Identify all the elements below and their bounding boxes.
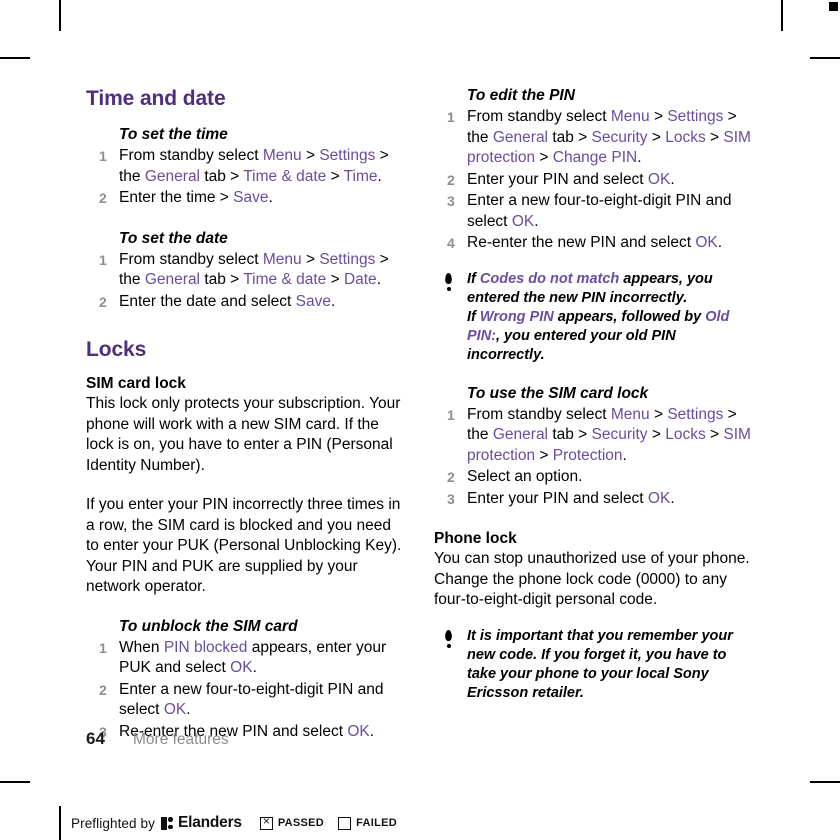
- preflight-brand: Elanders: [177, 814, 242, 831]
- manual-page: Time and date To set the time From stand…: [0, 0, 840, 790]
- ui-path-link: Protection: [552, 446, 623, 464]
- topic-phone-lock: Phone lock You can stop unauthorized use…: [434, 529, 754, 611]
- ui-path-link: OK: [647, 170, 671, 188]
- ui-path-link: Settings: [667, 108, 724, 125]
- preflight-bar: Preflighted by Elanders PASSED FAILED: [59, 806, 411, 840]
- page-number: 64: [86, 729, 105, 748]
- procedure-unblock-sim-card: To unblock the SIM card When PIN blocked…: [86, 617, 406, 743]
- procedure-use-sim-card-lock: To use the SIM card lock From standby se…: [434, 384, 754, 510]
- ui-path-link: Date: [343, 271, 377, 288]
- ui-path-link: Security: [591, 426, 648, 443]
- note-pin-mismatch: If Codes do not match appears, you enter…: [434, 270, 754, 365]
- step-item: Enter your PIN and select OK.: [447, 170, 675, 191]
- procedure-title: To use the SIM card lock: [467, 384, 649, 402]
- ui-path-link: Time & date: [243, 167, 327, 185]
- step-list: From standby select Menu > Settings > th…: [434, 107, 754, 254]
- ui-path-link: OK: [511, 212, 535, 230]
- step-item: From standby select Menu > Settings > th…: [447, 405, 751, 464]
- ui-path-link: Menu: [262, 147, 302, 164]
- ui-path-link: Locks: [665, 426, 706, 443]
- procedure-set-time: To set the time From standby select Menu…: [86, 125, 406, 209]
- ui-path-link: Wrong PIN: [479, 308, 554, 325]
- failed-label: FAILED: [356, 817, 397, 829]
- ui-path-link: General: [144, 167, 201, 185]
- ui-path-link: Menu: [262, 250, 302, 268]
- ui-path-link: OK: [695, 234, 718, 251]
- running-head: More features: [133, 731, 229, 748]
- note-remember-code: It is important that you remember your n…: [434, 627, 754, 703]
- procedure-title: To set the time: [119, 126, 228, 143]
- preflight-label: Preflighted by: [71, 815, 155, 831]
- step-item: Select an option.: [447, 467, 583, 488]
- step-item: From standby select Menu > Settings > th…: [99, 250, 389, 289]
- procedure-title: To unblock the SIM card: [119, 617, 298, 635]
- ui-path-link: Time: [343, 167, 378, 185]
- procedure-set-date: To set the date From standby select Menu…: [86, 229, 406, 313]
- ui-path-link: Menu: [610, 108, 650, 125]
- step-item: Enter your PIN and select OK.: [447, 489, 675, 510]
- procedure-edit-pin: To edit the PIN From standby select Menu…: [434, 86, 754, 254]
- subheading: SIM card lock: [86, 375, 186, 392]
- left-column: Time and date To set the time From stand…: [86, 86, 406, 743]
- exclamation-icon: [445, 629, 453, 650]
- step-item: When PIN blocked appears, enter your PUK…: [99, 638, 387, 677]
- ui-path-link: OK: [163, 701, 187, 718]
- failed-checkbox[interactable]: [338, 816, 352, 830]
- ui-path-link: Save: [233, 189, 269, 206]
- section-title-locks: Locks: [86, 338, 147, 361]
- step-list: When PIN blocked appears, enter your PUK…: [86, 638, 406, 743]
- ui-path-link: Security: [591, 128, 648, 146]
- body-paragraph: You can stop unauthorized use of your ph…: [434, 550, 750, 608]
- ui-path-link: PIN blocked: [163, 638, 248, 656]
- ui-path-link: Save: [295, 292, 331, 310]
- preflight-status: PASSED FAILED: [259, 814, 411, 830]
- step-item: Enter a new four-to-eight-digit PIN and …: [99, 680, 384, 719]
- step-list: From standby select Menu > Settings > th…: [434, 405, 754, 510]
- ui-path-link: Settings: [319, 147, 376, 164]
- ui-path-link: Settings: [319, 250, 376, 268]
- exclamation-icon: [445, 272, 453, 293]
- topic-sim-card-lock: SIM card lock This lock only protects yo…: [86, 374, 406, 598]
- ui-path-link: Locks: [665, 128, 706, 146]
- procedure-title: To edit the PIN: [467, 87, 575, 104]
- ui-path-link: Time & date: [243, 271, 327, 288]
- ui-path-link: Change PIN: [552, 149, 638, 166]
- elanders-logo-icon: [160, 816, 174, 830]
- ui-path-link: Codes do not match: [479, 270, 620, 287]
- note-text: It is important that you remember your n…: [467, 627, 733, 701]
- page-title: Time and date: [86, 87, 226, 110]
- procedure-title: To set the date: [119, 229, 228, 247]
- step-item: Re-enter the new PIN and select OK.: [447, 233, 723, 254]
- note-text: If Codes do not match appears, you enter…: [467, 270, 730, 363]
- passed-label: PASSED: [277, 817, 325, 829]
- ui-path-link: OK: [230, 659, 253, 676]
- body-paragraph: If you enter your PIN incorrectly three …: [86, 496, 402, 595]
- step-item: Enter a new four-to-eight-digit PIN and …: [447, 191, 732, 230]
- ui-path-link: General: [144, 271, 201, 288]
- right-column: To edit the PIN From standby select Menu…: [434, 86, 754, 743]
- passed-checkbox[interactable]: [259, 814, 273, 830]
- page-footer: 64 More features: [86, 729, 754, 749]
- step-item: Enter the time > Save.: [99, 188, 273, 209]
- step-item: Enter the date and select Save.: [99, 292, 336, 313]
- step-item: From standby select Menu > Settings > th…: [99, 146, 389, 185]
- ui-path-link: OK: [647, 489, 671, 507]
- step-list: From standby select Menu > Settings > th…: [86, 250, 406, 313]
- two-column-layout: Time and date To set the time From stand…: [86, 86, 754, 743]
- ui-path-link: Settings: [667, 405, 724, 423]
- ui-path-link: General: [492, 426, 549, 443]
- ui-path-link: General: [492, 128, 549, 146]
- step-list: From standby select Menu > Settings > th…: [86, 146, 406, 209]
- ui-path-link: Menu: [610, 405, 650, 423]
- subheading: Phone lock: [434, 530, 517, 547]
- step-item: From standby select Menu > Settings > th…: [447, 107, 751, 166]
- body-paragraph: This lock only protects your subscriptio…: [86, 395, 401, 474]
